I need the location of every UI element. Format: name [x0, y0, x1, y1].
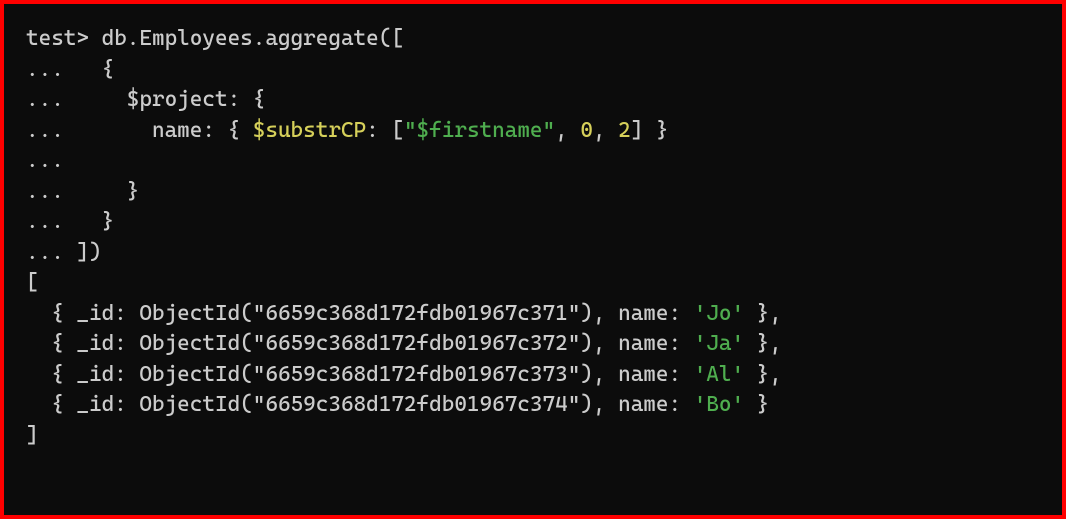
result-row-pre: { _id: ObjectId("6659c368d172fdb01967c37… [26, 331, 694, 356]
terminal-window: test> db.Employees.aggregate([ ... { ...… [0, 0, 1066, 519]
arg-field: "$firstname" [404, 118, 555, 143]
result-open: [ [26, 270, 39, 295]
cmd-line-4b: : [ [366, 118, 404, 143]
result-row-post: } [744, 392, 769, 417]
cmd-line-4c: ] } [631, 118, 669, 143]
result-row-val: 'Ja' [694, 331, 744, 356]
result-row-val: 'Al' [694, 362, 744, 387]
arg-len: 2 [618, 118, 631, 143]
cmd-line-6: } [64, 179, 140, 204]
cont-prompt: ... [26, 240, 64, 265]
sep1: , [555, 118, 580, 143]
operator-substrcp: $substrCP [253, 118, 366, 143]
cmd-line-3: $project: { [64, 87, 266, 112]
result-row-pre: { _id: ObjectId("6659c368d172fdb01967c37… [26, 392, 694, 417]
cont-prompt: ... [26, 118, 64, 143]
cmd-line-1: db.Employees.aggregate([ [89, 26, 404, 51]
cmd-line-7: } [64, 209, 114, 234]
cont-prompt: ... [26, 209, 64, 234]
shell-prompt: test> [26, 26, 89, 51]
result-row-post: }, [744, 331, 782, 356]
result-row-post: }, [744, 362, 782, 387]
result-row-val: 'Bo' [694, 392, 744, 417]
cmd-line-2: { [64, 57, 114, 82]
cont-prompt: ... [26, 57, 64, 82]
result-row-pre: { _id: ObjectId("6659c368d172fdb01967c37… [26, 301, 694, 326]
cont-prompt: ... [26, 148, 64, 173]
result-row-pre: { _id: ObjectId("6659c368d172fdb01967c37… [26, 362, 694, 387]
cmd-line-4a: name: { [64, 118, 253, 143]
result-row-val: 'Jo' [694, 301, 744, 326]
cont-prompt: ... [26, 87, 64, 112]
sep2: , [593, 118, 618, 143]
result-row-post: }, [744, 301, 782, 326]
result-close: ] [26, 423, 39, 448]
arg-start: 0 [580, 118, 593, 143]
cont-prompt: ... [26, 179, 64, 204]
cmd-line-8: ]) [64, 240, 102, 265]
